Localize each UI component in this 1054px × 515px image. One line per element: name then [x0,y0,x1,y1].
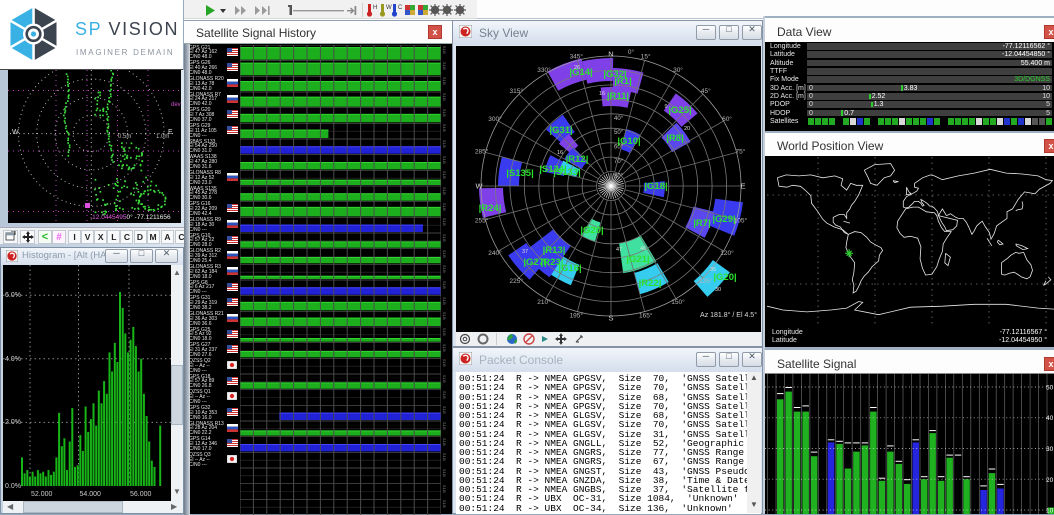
svg-text:|G20|: |G20| [713,272,736,283]
svg-text:30: 30 [1046,446,1054,453]
svg-text:|R24|: |R24| [479,203,502,214]
svg-text:15°: 15° [641,53,651,61]
svg-text:330°: 330° [537,66,551,74]
svg-text:20: 20 [684,126,690,132]
svg-text:35: 35 [710,267,716,273]
svg-text:46: 46 [640,246,646,252]
svg-text:300°: 300° [488,115,502,123]
svg-text:255°: 255° [475,217,489,225]
svg-text:40°: 40° [614,116,624,122]
svg-text:|G31|: |G31| [549,125,572,136]
svg-text:150°: 150° [671,298,685,306]
svg-text:S: S [608,314,613,323]
svg-text:W: W [475,182,483,191]
svg-text:|R13|: |R13| [543,245,566,256]
svg-text:|G10|: |G10| [617,136,640,147]
svg-text:|R11|: |R11| [607,91,629,102]
svg-text:16: 16 [557,150,563,156]
svg-text:20: 20 [1046,477,1054,484]
svg-text:10: 10 [1046,508,1054,515]
svg-text:45°: 45° [701,87,711,95]
svg-text:210°: 210° [537,298,551,306]
svg-text:|G29|: |G29| [712,214,735,225]
svg-text:240°: 240° [488,249,502,257]
svg-text:|S135|: |S135| [506,168,534,179]
svg-text:|G27|: |G27| [523,257,546,268]
svg-text:0°: 0° [628,48,635,56]
svg-text:|G25|: |G25| [668,105,691,116]
svg-text:120°: 120° [720,249,734,257]
svg-text:105°: 105° [734,217,748,225]
svg-text:47: 47 [616,247,622,253]
svg-text:C: C [398,5,403,11]
svg-text:|G14|: |G14| [569,67,592,78]
svg-text:135°: 135° [699,277,713,285]
svg-text:|R12|: |R12| [566,154,589,165]
svg-text:40: 40 [1046,415,1054,422]
svg-text:H: H [373,5,377,11]
svg-text:345°: 345° [570,53,584,61]
svg-text:|R1|: |R1| [614,76,631,87]
svg-text:E: E [740,182,745,191]
svg-text:26: 26 [574,65,580,71]
svg-text:60°: 60° [722,115,732,123]
svg-text:195°: 195° [570,311,584,319]
svg-text:285°: 285° [475,147,489,155]
svg-text:315°: 315° [509,87,523,95]
svg-text:9: 9 [664,104,667,110]
svg-text:165°: 165° [639,311,653,319]
svg-text:30°: 30° [673,66,683,74]
svg-text:|G21|: |G21| [626,254,649,265]
svg-text:50: 50 [1046,385,1054,392]
svg-text:|R7|: |R7| [693,218,710,229]
svg-text:75°: 75° [735,147,745,155]
svg-text:30: 30 [715,287,721,293]
svg-text:W: W [386,5,392,11]
svg-text:37: 37 [522,249,528,255]
svg-text:70°: 70° [614,159,624,165]
svg-text:|G20|: |G20| [580,225,603,236]
svg-text:|R22|: |R22| [639,278,662,289]
svg-text:N: N [608,50,613,59]
svg-text:225°: 225° [509,277,523,285]
svg-text:|R8|: |R8| [666,133,683,144]
svg-text:80°: 80° [614,174,624,180]
svg-text:16: 16 [599,91,605,97]
svg-text:|G18|: |G18| [644,181,667,192]
svg-text:|S133|: |S133| [553,167,581,178]
